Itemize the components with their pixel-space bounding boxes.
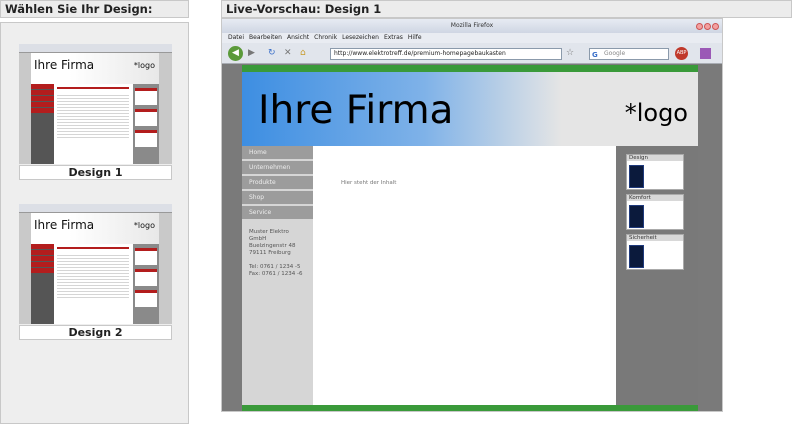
nav-item-unternehmen[interactable]: Unternehmen <box>242 161 313 174</box>
sidebar-box-design: Design <box>626 154 684 190</box>
google-icon: G <box>592 51 598 59</box>
thumb-title: Ihre Firma <box>34 218 95 232</box>
minimize-icon[interactable] <box>696 23 703 30</box>
thumb-logo: *logo <box>133 221 155 230</box>
design-thumbnail[interactable]: Ihre Firma *logo <box>19 44 172 164</box>
menu-item[interactable]: Bearbeiten <box>249 34 282 41</box>
browser-menubar: Datei Bearbeiten Ansicht Chronik Lesezeichen… <box>222 33 722 43</box>
nav-item-shop[interactable]: Shop <box>242 191 313 204</box>
content-placeholder: Hier steht der Inhalt <box>341 180 397 186</box>
design-label[interactable]: Design 2 <box>19 325 172 340</box>
thumb-title: Ihre Firma <box>34 58 95 72</box>
browser-toolbar: ◀ ▶ ↻ ✕ ⌂ http://www.elektrotreff.de/pre… <box>222 43 722 64</box>
maximize-icon[interactable] <box>704 23 711 30</box>
site-content: Hier steht der Inhalt <box>313 146 616 411</box>
sidebar-box-komfort: Komfort <box>626 194 684 230</box>
nav-item-home[interactable]: Home <box>242 146 313 159</box>
bookmark-star-icon[interactable]: ☆ <box>566 48 574 58</box>
address-bar[interactable]: http://www.elektrotreff.de/premium-homep… <box>330 48 562 60</box>
back-arrow-icon[interactable]: ◀ <box>228 46 243 61</box>
close-icon[interactable] <box>712 23 719 30</box>
site-footer-bar <box>242 405 698 411</box>
site-navigation: Home Unternehmen Produkte Shop Service M… <box>242 146 313 411</box>
thumb-logo: *logo <box>133 61 155 70</box>
live-preview: Mozilla Firefox Datei Bearbeiten Ansicht Ch… <box>221 18 723 412</box>
search-placeholder: Google <box>604 50 626 57</box>
stop-icon[interactable]: ✕ <box>284 48 292 58</box>
browser-window-title: Mozilla Firefox <box>450 22 494 29</box>
browser-titlebar: Mozilla Firefox <box>222 19 722 33</box>
home-icon[interactable]: ⌂ <box>300 48 306 58</box>
extension-icon[interactable] <box>700 48 711 59</box>
design-thumbnail[interactable]: Ihre Firma *logo <box>19 204 172 324</box>
company-address: Muster Elektro GmbH Buelzingenstr 48 79111… <box>249 229 303 277</box>
site-logo: *logo <box>624 99 688 127</box>
search-input[interactable]: G Google <box>589 48 669 60</box>
preview-header: Live-Vorschau: Design 1 <box>221 0 792 18</box>
design-label[interactable]: Design 1 <box>19 165 172 180</box>
forward-arrow-icon[interactable]: ▶ <box>248 48 255 58</box>
design-chooser-panel: Ihre Firma *logo Design 1 Ihre Firma *logo… <box>0 22 189 424</box>
site-title: Ihre Firma <box>258 88 454 133</box>
site-top-bar <box>242 65 698 72</box>
menu-item[interactable]: Hilfe <box>408 34 422 41</box>
left-panel-header: Wählen Sie Ihr Design: <box>0 0 189 18</box>
menu-item[interactable]: Datei <box>228 34 244 41</box>
sidebar-box-sicherheit: Sicherheit <box>626 234 684 270</box>
menu-item[interactable]: Chronik <box>314 34 337 41</box>
menu-item[interactable]: Lesezeichen <box>342 34 379 41</box>
nav-item-service[interactable]: Service <box>242 206 313 219</box>
site-header: Ihre Firma *logo <box>242 72 698 146</box>
site-sidebar: Design Komfort Sicherheit <box>616 146 698 411</box>
reload-icon[interactable]: ↻ <box>268 48 276 58</box>
menu-item[interactable]: Extras <box>384 34 403 41</box>
nav-item-produkte[interactable]: Produkte <box>242 176 313 189</box>
menu-item[interactable]: Ansicht <box>287 34 309 41</box>
adblock-icon[interactable]: ABP <box>675 47 688 60</box>
